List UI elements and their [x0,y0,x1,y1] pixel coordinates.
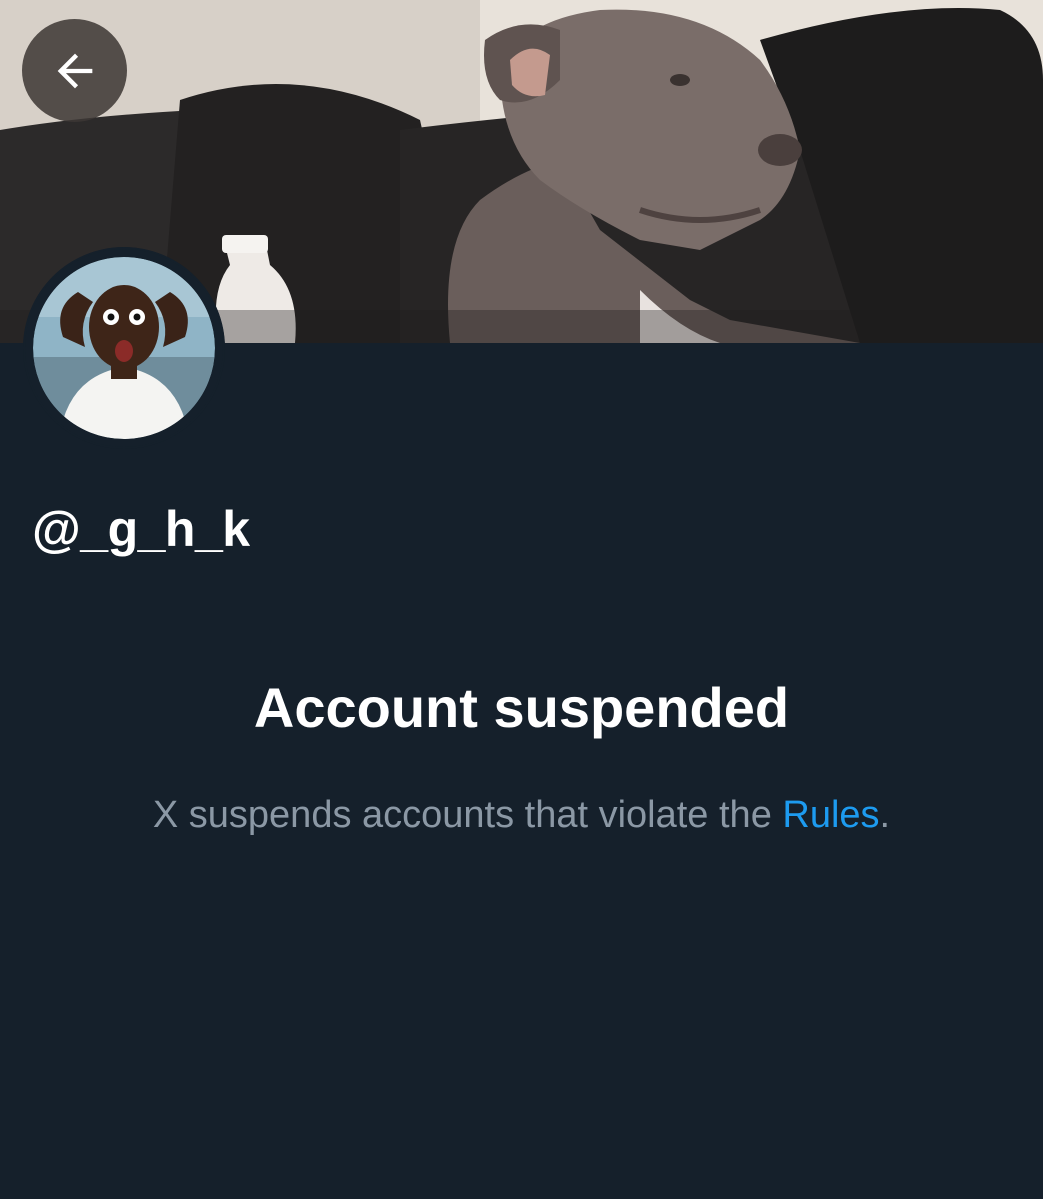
rules-link[interactable]: Rules [782,794,879,836]
arrow-left-icon [57,53,92,88]
avatar[interactable] [23,247,225,449]
back-button[interactable] [22,19,127,122]
suspension-message-text: X suspends accounts that violate the [152,794,783,836]
profile-handle: @_g_h_k [32,501,250,557]
suspension-message: X suspends accounts that violate the Rul… [0,790,1043,840]
suspension-title: Account suspended [253,676,790,739]
suspension-message-period: . [879,794,891,836]
avatar-image [23,247,225,449]
